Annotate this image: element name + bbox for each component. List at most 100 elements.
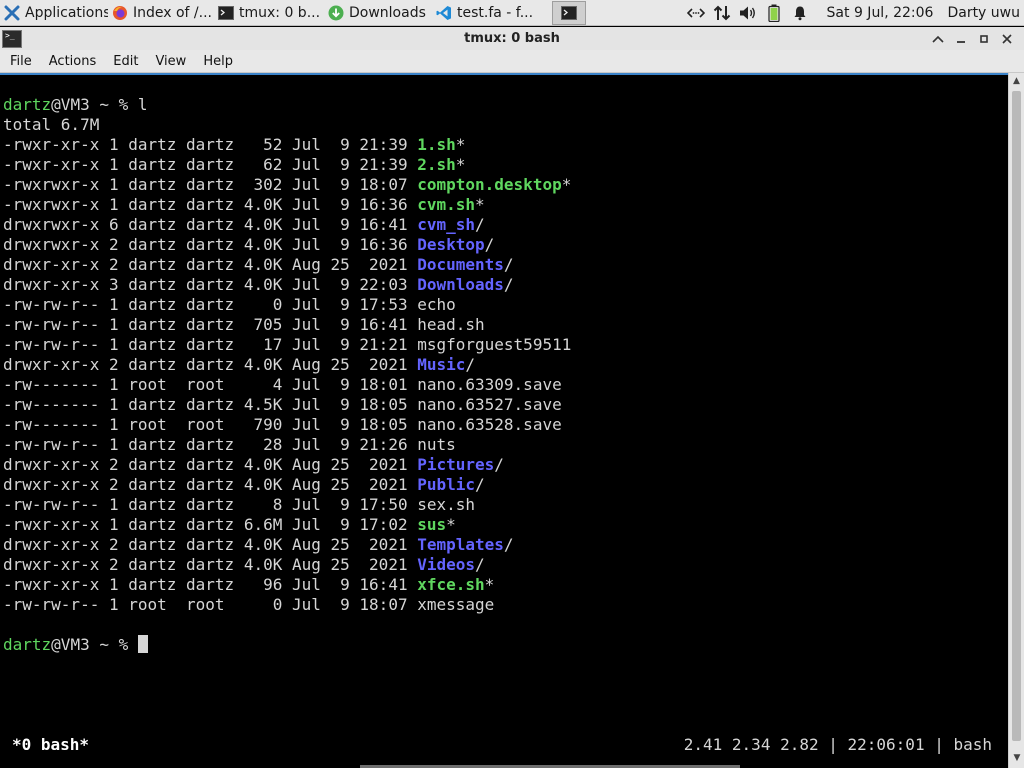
terminal-icon [218,5,234,21]
minimize-button[interactable] [949,29,972,49]
listing-row: drwxrwxr-x 2 dartz dartz 4.0K Jul 9 16:3… [0,235,1008,255]
menu-edit[interactable]: Edit [106,54,145,69]
file-suffix: / [475,475,485,494]
scrollbar-thumb[interactable] [1012,91,1021,741]
listing-row: -rw-rw-r-- 1 root root 0 Jul 9 18:07 xme… [0,595,1008,615]
listing-row: drwxr-xr-x 2 dartz dartz 4.0K Aug 25 202… [0,475,1008,495]
maximize-chevron-up-icon[interactable] [926,29,949,49]
prompt-user: dartz [3,635,52,654]
file-name: Pictures [417,455,495,474]
file-meta: -rw------- 1 dartz dartz 4.5K Jul 9 18:0… [3,395,418,414]
terminal-view[interactable]: dartz@VM3 ~ % l total 6.7M -rwxr-xr-x 1 … [0,73,1008,768]
file-meta: -rw------- 1 root root 4 Jul 9 18:01 [3,375,418,394]
file-name: sex.sh [417,495,476,514]
file-suffix: / [465,355,476,374]
taskbar-item-downloads[interactable]: Downloads [324,1,432,25]
file-name: Desktop [417,235,485,254]
battery-icon[interactable] [763,2,785,24]
scroll-up-icon[interactable]: ▲ [1009,73,1024,89]
file-name: nano.63527.save [417,395,562,414]
tmux-status-bar: *0 bash* 2.41 2.34 2.82 | 22:06:01 | bas… [0,735,1008,755]
file-name: Music [417,355,466,374]
file-meta: -rwxrwxr-x 1 dartz dartz 4.0K Jul 9 16:3… [3,195,418,214]
listing-row: -rw------- 1 root root 790 Jul 9 18:05 n… [0,415,1008,435]
taskbar-item-tmux[interactable]: tmux: 0 b... [214,1,324,25]
file-meta: drwxr-xr-x 2 dartz dartz 4.0K Aug 25 202… [3,555,418,574]
prompt-line: dartz@VM3 ~ % l [0,95,1008,115]
file-name: cvm.sh [417,195,476,214]
task-label: Downloads [349,4,426,21]
volume-icon[interactable] [737,2,759,24]
network-icon[interactable] [685,2,707,24]
transfer-icon[interactable] [711,2,733,24]
listing-row: drwxrwxr-x 6 dartz dartz 4.0K Jul 9 16:4… [0,215,1008,235]
system-tray: Sat 9 Jul, 22:06 Darty uwu [683,0,1024,26]
listing-row: drwxr-xr-x 3 dartz dartz 4.0K Jul 9 22:0… [0,275,1008,295]
top-panel: Applications Index of /... tmux: 0 b... … [0,0,1024,26]
window-title: tmux: 0 bash [464,31,560,46]
close-button[interactable] [995,29,1018,49]
menu-help[interactable]: Help [196,54,240,69]
file-name: Templates [417,535,504,554]
scroll-down-icon[interactable]: ▼ [1009,750,1024,766]
menu-file[interactable]: File [3,54,39,69]
prompt-host: @VM3 ~ % [51,635,138,654]
listing-row: -rw-rw-r-- 1 dartz dartz 17 Jul 9 21:21 … [0,335,1008,355]
applications-menu-button[interactable]: Applications [0,1,108,25]
file-name: nuts [417,435,456,454]
listing-row: drwxr-xr-x 2 dartz dartz 4.0K Aug 25 202… [0,255,1008,275]
window-titlebar[interactable]: >_ tmux: 0 bash [0,27,1024,50]
maximize-button[interactable] [972,29,995,49]
listing-row: -rw-rw-r-- 1 dartz dartz 8 Jul 9 17:50 s… [0,495,1008,515]
xfce-mouse-icon [4,5,20,21]
clock[interactable]: Sat 9 Jul, 22:06 [827,5,934,21]
file-name: cvm_sh [417,215,476,234]
file-name: echo [417,295,456,314]
notification-bell-icon[interactable] [789,2,811,24]
command-text: l [137,95,148,114]
file-meta: drwxr-xr-x 2 dartz dartz 4.0K Aug 25 202… [3,475,418,494]
menu-view[interactable]: View [148,54,193,69]
file-suffix: / [494,455,504,474]
file-meta: -rwxr-xr-x 1 dartz dartz 96 Jul 9 16:41 [3,575,418,594]
listing-row: -rwxrwxr-x 1 dartz dartz 4.0K Jul 9 16:3… [0,195,1008,215]
listing-row: drwxr-xr-x 2 dartz dartz 4.0K Aug 25 202… [0,455,1008,475]
file-meta: -rw------- 1 root root 790 Jul 9 18:05 [3,415,418,434]
file-name: 1.sh [417,135,456,154]
file-meta: drwxr-xr-x 2 dartz dartz 4.0K Aug 25 202… [3,355,418,374]
file-meta: drwxr-xr-x 3 dartz dartz 4.0K Jul 9 22:0… [3,275,418,294]
file-suffix: / [475,555,485,574]
taskbar-item-terminal-active[interactable] [552,0,586,25]
file-meta: drwxrwxr-x 2 dartz dartz 4.0K Jul 9 16:3… [3,235,418,254]
prompt-host: @VM3 ~ % [51,95,138,114]
file-meta: -rwxrwxr-x 1 dartz dartz 302 Jul 9 18:07 [3,175,418,194]
menubar: File Actions Edit View Help [0,50,1024,73]
file-suffix: * [455,155,466,174]
file-suffix: * [484,575,495,594]
text-cursor [137,635,148,653]
file-name: 2.sh [417,155,456,174]
user-name[interactable]: Darty uwu [947,5,1024,21]
file-meta: -rwxr-xr-x 1 dartz dartz 52 Jul 9 21:39 [3,135,418,154]
listing-row: -rwxr-xr-x 1 dartz dartz 52 Jul 9 21:39 … [0,135,1008,155]
file-meta: -rw-rw-r-- 1 dartz dartz 705 Jul 9 16:41 [3,315,418,334]
prompt-user: dartz [3,95,52,114]
download-folder-icon [328,5,344,21]
tmux-window-list[interactable]: *0 bash* [12,735,89,755]
file-meta: -rwxr-xr-x 1 dartz dartz 62 Jul 9 21:39 [3,155,418,174]
listing-row: -rw-rw-r-- 1 dartz dartz 28 Jul 9 21:26 … [0,435,1008,455]
file-suffix: / [503,275,514,294]
tmux-status-right: 2.41 2.34 2.82 | 22:06:01 | bash [683,735,992,754]
vertical-scrollbar[interactable]: ▲ ▼ [1008,73,1024,768]
file-suffix: * [561,175,572,194]
terminal-window-icon[interactable]: >_ [2,29,22,48]
file-name: Documents [417,255,504,274]
taskbar-item-firefox[interactable]: Index of /... [108,1,214,25]
file-suffix: * [446,515,456,534]
listing-row: -rwxr-xr-x 1 dartz dartz 6.6M Jul 9 17:0… [0,515,1008,535]
menu-actions[interactable]: Actions [42,54,104,69]
file-suffix: / [503,255,514,274]
file-meta: -rw-rw-r-- 1 root root 0 Jul 9 18:07 [3,595,418,614]
taskbar-item-vscode[interactable]: test.fa - f... [432,1,548,25]
vscode-icon [436,5,452,21]
